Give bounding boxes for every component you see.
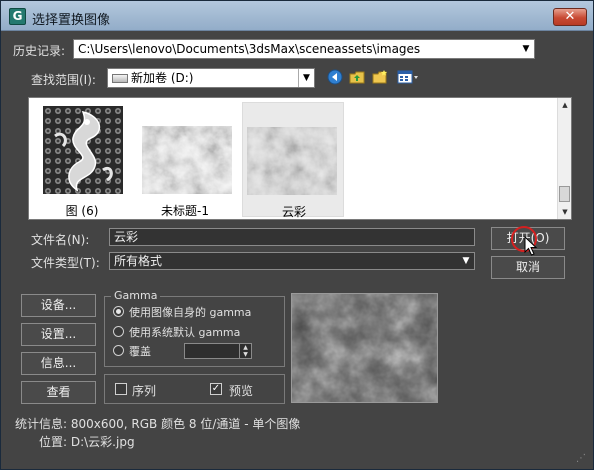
stats-location: 位置: D:\云彩.jpg xyxy=(39,435,135,449)
history-label: 历史记录: xyxy=(13,44,66,58)
settings-button[interactable]: 设置... xyxy=(21,323,96,346)
history-value: C:\Users\lenovo\Documents\3dsMax\sceneas… xyxy=(78,42,421,56)
file-name: 云彩 xyxy=(281,205,306,219)
look-in-value: 新加卷 (D:) xyxy=(131,71,194,85)
info-button[interactable]: 信息... xyxy=(21,352,96,375)
chevron-down-icon[interactable]: ▼ xyxy=(518,40,534,58)
list-item[interactable]: 图 (6) xyxy=(31,102,133,218)
gamma-override-label: 覆盖 xyxy=(129,345,151,358)
preview-label: 预览 xyxy=(229,384,254,398)
gamma-own-label: 使用图像自身的 gamma xyxy=(129,306,252,319)
view-button[interactable]: 查看 xyxy=(21,381,96,404)
drive-icon xyxy=(112,74,128,83)
list-item[interactable]: 未标题-1 xyxy=(134,102,236,218)
dragon-thumbnail xyxy=(43,106,123,194)
gamma-system-radio[interactable] xyxy=(113,326,124,337)
look-in-combo[interactable]: 新加卷 (D:) ▼ xyxy=(107,68,315,88)
clouds-thumbnail xyxy=(142,126,232,194)
preview-checkbox[interactable]: ✓ xyxy=(210,383,222,395)
cancel-button[interactable]: 取消 xyxy=(491,256,565,279)
view-menu-icon[interactable] xyxy=(396,69,420,87)
scroll-thumb[interactable] xyxy=(559,186,570,202)
preview-image xyxy=(291,293,438,403)
title-bar[interactable]: G 选择置换图像 ✕ xyxy=(1,1,593,31)
stats-info: 统计信息: 800x600, RGB 颜色 8 位/通道 - 单个图像 xyxy=(15,417,301,431)
resize-grip-icon[interactable]: ⋰ xyxy=(576,453,590,467)
spinner-arrows-icon[interactable]: ▲ ▼ xyxy=(239,344,251,358)
sequence-checkbox[interactable] xyxy=(115,383,127,395)
back-icon[interactable] xyxy=(326,69,344,87)
sequence-label: 序列 xyxy=(132,384,157,398)
file-list[interactable]: 图 (6) 未标题-1 云彩 ▲ ▼ xyxy=(28,97,572,220)
dialog-window: G 选择置换图像 ✕ 历史记录: C:\Users\lenovo\Documen… xyxy=(0,0,594,470)
filename-input[interactable]: 云彩 xyxy=(109,228,475,246)
filetype-value: 所有格式 xyxy=(114,254,163,268)
gamma-own-radio[interactable] xyxy=(113,306,124,317)
filetype-select[interactable]: 所有格式 ▼ xyxy=(109,252,475,270)
file-name: 图 (6) xyxy=(65,204,99,218)
gamma-system-label: 使用系统默认 gamma xyxy=(129,326,241,339)
file-name: 未标题-1 xyxy=(161,204,209,218)
chevron-down-icon[interactable]: ▼ xyxy=(460,253,472,269)
new-folder-icon[interactable] xyxy=(371,69,389,87)
setup-button[interactable]: 设备... xyxy=(21,294,96,317)
filetype-label: 文件类型(T): xyxy=(31,256,100,270)
filename-label: 文件名(N): xyxy=(31,233,90,247)
look-in-label: 查找范围(I): xyxy=(31,73,96,87)
open-button[interactable]: 打开(O) xyxy=(491,226,565,256)
up-folder-icon[interactable] xyxy=(348,69,366,87)
chevron-down-icon[interactable]: ▼ xyxy=(298,69,314,87)
gamma-override-radio[interactable] xyxy=(113,345,124,356)
clouds-thumbnail xyxy=(247,127,337,195)
window-title: 选择置换图像 xyxy=(32,13,111,28)
gamma-group-title: Gamma xyxy=(111,289,161,302)
gamma-override-spinner[interactable]: ▲ ▼ xyxy=(184,343,252,359)
app-icon: G xyxy=(9,8,26,25)
list-item[interactable]: 云彩 xyxy=(242,102,344,219)
mouse-pointer-icon xyxy=(524,236,538,256)
history-combo[interactable]: C:\Users\lenovo\Documents\3dsMax\sceneas… xyxy=(73,39,535,59)
scroll-up-icon[interactable]: ▲ xyxy=(558,98,572,112)
file-list-scrollbar[interactable]: ▲ ▼ xyxy=(557,98,571,219)
scroll-down-icon[interactable]: ▼ xyxy=(558,205,572,219)
close-button[interactable]: ✕ xyxy=(553,8,587,26)
